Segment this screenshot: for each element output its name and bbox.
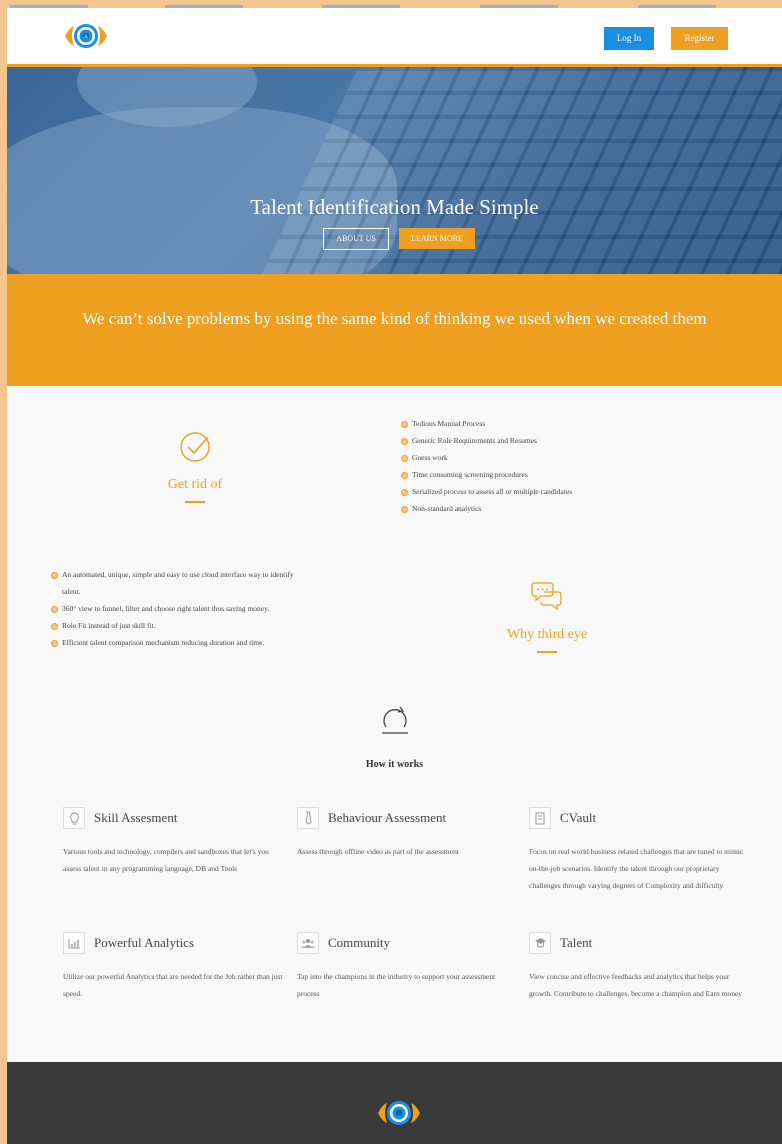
feature-desc: Utilize our powerful Analytics that are …	[63, 972, 283, 998]
get-rid-underline	[185, 501, 205, 503]
list-item: Non-standard analytics	[401, 500, 661, 517]
list-item: Time consuming screening procedures	[401, 466, 661, 483]
logo-eye-icon[interactable]: A	[63, 22, 109, 50]
footer	[7, 1062, 782, 1144]
page: A Log In Register Talent Identification …	[7, 8, 782, 1144]
list-item: Efficient talent comparison mechanism re…	[51, 634, 301, 651]
how-title: How it works	[365, 759, 424, 770]
feature-desc: View concise and effective feedbacks and…	[529, 972, 743, 998]
hero-banner: Talent Identification Made Simple	[7, 67, 782, 274]
header: A Log In Register	[7, 8, 782, 67]
register-button[interactable]: Register	[671, 27, 728, 50]
feature-desc: Focus on real world business related cha…	[529, 847, 744, 890]
checkmark-circle-icon	[180, 432, 210, 462]
list-item: Role Fit instead of just skill fit.	[51, 617, 301, 634]
feature-title: Behaviour Assessment	[328, 810, 447, 825]
feature-title: Community	[328, 935, 391, 950]
feature-community: Community Tap into the champions in the …	[297, 932, 517, 1002]
list-item: An automated, unique, simple and easy to…	[51, 566, 301, 600]
cycle-icon	[381, 706, 408, 734]
feature-desc: Tap into the champions in the industry t…	[297, 972, 496, 998]
list-item: Tedious Manual Process	[401, 415, 661, 432]
about-us-button[interactable]: ABOUT US	[323, 228, 389, 250]
list-item: Guess work	[401, 449, 661, 466]
top-stripes	[0, 0, 782, 8]
community-icon	[297, 932, 319, 954]
feature-behaviour-assessment: Behaviour Assessment Assess through offl…	[297, 807, 517, 860]
feature-desc: Various tools and technology, compilers …	[63, 847, 269, 873]
feature-title: Talent	[560, 935, 593, 950]
graduate-icon	[529, 932, 551, 954]
why-title: Why third eye	[506, 627, 588, 642]
chart-icon	[63, 932, 85, 954]
footer-logo-eye-icon[interactable]	[376, 1099, 422, 1127]
why-block: Why third eye	[487, 578, 607, 653]
list-item: Serialized process to assess all or mult…	[401, 483, 661, 500]
feature-powerful-analytics: Powerful Analytics Utilize our powerful …	[63, 932, 283, 1002]
hero-title: Talent Identification Made Simple	[250, 195, 539, 219]
feature-title: Skill Assesment	[94, 810, 178, 825]
feature-talent: Talent View concise and effective feedba…	[529, 932, 749, 1002]
why-underline	[537, 651, 557, 653]
get-rid-list: Tedious Manual Process Generic Role Requ…	[401, 415, 661, 517]
why-list: An automated, unique, simple and easy to…	[51, 566, 301, 651]
list-item: 360° view to funnel, filter and choose r…	[51, 600, 301, 617]
vault-icon	[529, 807, 551, 829]
bulb-icon	[63, 807, 85, 829]
login-button[interactable]: Log In	[604, 27, 654, 50]
get-rid-title: Get rid of	[167, 477, 223, 492]
how-block	[7, 703, 782, 742]
quote-text: We can’t solve problems by using the sam…	[82, 309, 707, 328]
feature-cvault: CVault Focus on real world business rela…	[529, 807, 749, 894]
feature-title: CVault	[560, 810, 597, 825]
feature-desc: Assess through offline video as part of …	[297, 847, 459, 856]
chat-bubbles-icon	[531, 582, 562, 611]
quote-banner: We can’t solve problems by using the sam…	[7, 274, 782, 386]
learn-more-button[interactable]: LEARN MORE	[399, 228, 475, 249]
feature-skill-assessment: Skill Assesment Various tools and techno…	[63, 807, 283, 877]
tie-icon	[297, 807, 319, 829]
feature-title: Powerful Analytics	[94, 935, 195, 950]
get-rid-block: Get rid of	[135, 430, 255, 503]
list-item: Generic Role Requirements and Resumes	[401, 432, 661, 449]
